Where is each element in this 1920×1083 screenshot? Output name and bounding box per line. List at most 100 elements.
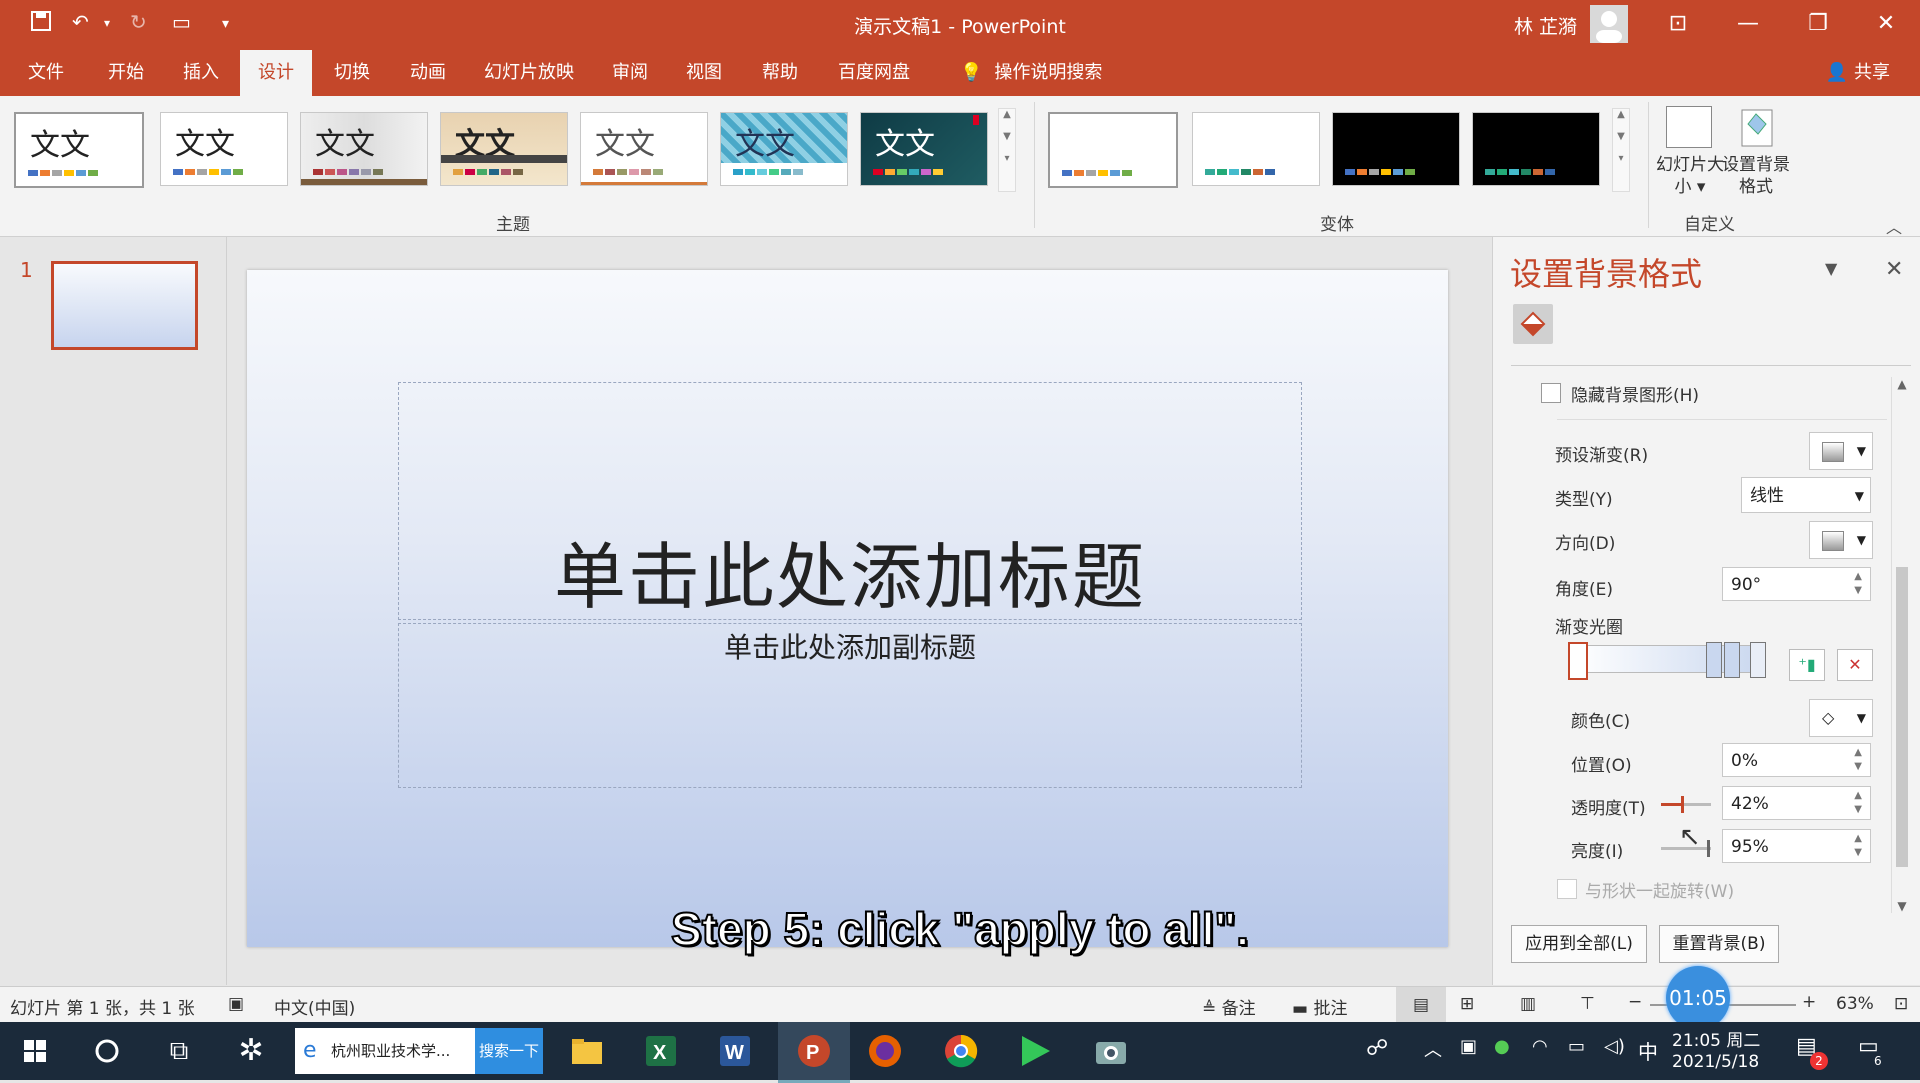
powerpoint-taskbar-button[interactable]: P — [778, 1022, 850, 1083]
cortana-icon[interactable] — [86, 1030, 128, 1072]
volume-icon[interactable]: ◁) — [1604, 1036, 1625, 1057]
people-icon[interactable]: ☍ — [1366, 1036, 1388, 1061]
tab-slideshow[interactable]: 幻灯片放映 — [466, 50, 592, 96]
chrome-icon[interactable] — [940, 1030, 982, 1072]
format-background-button[interactable]: 设置背景格式 — [1722, 154, 1790, 198]
app-icon[interactable]: ✲ — [230, 1030, 272, 1072]
reset-background-button[interactable]: 重置背景(B) — [1659, 925, 1779, 963]
tab-animations[interactable]: 动画 — [392, 50, 464, 96]
angle-input[interactable]: 90° ▲ ▼ — [1722, 567, 1871, 601]
security-icon[interactable]: ▣ — [1460, 1036, 1477, 1057]
taskbar-search-button[interactable]: 搜索一下 — [475, 1028, 543, 1074]
variant-2[interactable] — [1192, 112, 1320, 186]
format-background-icon[interactable] — [1734, 104, 1778, 150]
rotate-with-shape-checkbox[interactable] — [1557, 879, 1577, 899]
pane-scrollbar[interactable]: ▲ ▼ — [1891, 377, 1912, 913]
transparency-input[interactable]: 42% ▲ ▼ — [1722, 786, 1871, 820]
show-hidden-icons[interactable]: ︿ — [1424, 1036, 1442, 1062]
user-name[interactable]: 林 芷漪 — [1514, 12, 1577, 39]
theme-5[interactable]: 文文 — [580, 112, 708, 186]
camera-icon[interactable] — [1090, 1030, 1132, 1072]
variants-scroll[interactable]: ▲ ▼ ▾ — [1612, 108, 1630, 192]
type-dropdown[interactable]: 线性 ▼ — [1741, 477, 1871, 513]
transparency-slider[interactable] — [1661, 796, 1711, 813]
theme-2[interactable]: 文文 — [160, 112, 288, 186]
tab-design[interactable]: 设计 — [240, 50, 312, 96]
theme-office[interactable]: 文文 — [14, 112, 144, 188]
restore-icon[interactable]: ❐ — [1790, 6, 1846, 42]
tab-transitions[interactable]: 切换 — [316, 50, 388, 96]
notes-button[interactable]: ≜ 备注 — [1202, 994, 1256, 1019]
scrollbar-thumb[interactable] — [1896, 567, 1908, 867]
color-dropdown[interactable]: ◇ ▼ — [1809, 699, 1873, 737]
position-input[interactable]: 0% ▲ ▼ — [1722, 743, 1871, 777]
tab-review[interactable]: 审阅 — [594, 50, 666, 96]
spinner-icon[interactable]: ▲ ▼ — [1854, 746, 1862, 774]
zoom-level[interactable]: 63% — [1836, 994, 1874, 1014]
hide-bg-graphics-checkbox[interactable] — [1541, 383, 1561, 403]
clock-date[interactable]: 2021/5/18 — [1672, 1052, 1759, 1072]
share-button[interactable]: 👤 共享 — [1826, 50, 1890, 96]
clock-time[interactable]: 21:05 周二 — [1672, 1026, 1760, 1051]
theme-3[interactable]: 文文 — [300, 112, 428, 186]
tab-baidu[interactable]: 百度网盘 — [820, 50, 928, 96]
brightness-slider-thumb[interactable] — [1707, 840, 1710, 857]
normal-view-icon[interactable]: ▤ — [1396, 987, 1446, 1023]
tab-insert[interactable]: 插入 — [165, 50, 237, 96]
spinner-icon[interactable]: ▲ ▼ — [1854, 832, 1862, 860]
direction-dropdown[interactable]: ▼ — [1809, 521, 1873, 559]
spellcheck-icon[interactable]: ▣ — [228, 994, 244, 1014]
tab-help[interactable]: 帮助 — [744, 50, 816, 96]
close-icon[interactable]: ✕ — [1858, 6, 1914, 42]
slide-canvas[interactable]: 单击此处添加标题 单击此处添加副标题 — [247, 270, 1448, 947]
language-status[interactable]: 中文(中国) — [274, 994, 355, 1019]
spinner-icon[interactable]: ▲ ▼ — [1854, 789, 1862, 817]
subtitle-placeholder[interactable]: 单击此处添加副标题 — [398, 623, 1302, 788]
gradient-stop[interactable] — [1750, 642, 1766, 678]
comments-button[interactable]: ▬ 批注 — [1292, 994, 1347, 1019]
zoom-in-icon[interactable]: + — [1802, 992, 1816, 1012]
windows-start-icon[interactable] — [14, 1030, 56, 1072]
slide-thumbnail[interactable] — [51, 261, 198, 350]
variant-4[interactable] — [1472, 112, 1600, 186]
theme-7[interactable]: 文文 — [860, 112, 988, 186]
tell-me-search[interactable]: 💡 操作说明搜索 — [942, 50, 1120, 96]
minimize-icon[interactable]: — — [1720, 6, 1776, 42]
fill-icon[interactable] — [1513, 304, 1553, 344]
media-player-icon[interactable] — [1014, 1030, 1056, 1072]
pane-close-icon[interactable]: ✕ — [1885, 257, 1903, 282]
apply-to-all-button[interactable]: 应用到全部(L) — [1511, 925, 1647, 963]
firefox-icon[interactable] — [864, 1030, 906, 1072]
variant-1[interactable] — [1048, 112, 1178, 188]
brightness-input[interactable]: 95% ▲ ▼ — [1722, 829, 1871, 863]
slideshow-icon[interactable]: ⊤ — [1580, 994, 1595, 1014]
collapse-ribbon-icon[interactable]: ︿ — [1886, 214, 1902, 238]
remove-stop-icon[interactable]: ✕ — [1837, 649, 1873, 681]
spinner-icon[interactable]: ▲ ▼ — [1854, 570, 1862, 598]
taskbar-browser-search[interactable]: e 杭州职业技术学... — [295, 1028, 475, 1074]
battery-icon[interactable]: ▭ — [1568, 1036, 1585, 1057]
themes-scroll[interactable]: ▲ ▼ ▾ — [998, 108, 1016, 192]
wifi-icon[interactable]: ◠ — [1532, 1036, 1548, 1057]
theme-4[interactable]: 文文 — [440, 112, 568, 186]
slide-sorter-icon[interactable]: ⊞ — [1460, 994, 1474, 1014]
variant-3[interactable] — [1332, 112, 1460, 186]
tab-view[interactable]: 视图 — [668, 50, 740, 96]
gradient-stop[interactable] — [1724, 642, 1740, 678]
title-placeholder[interactable]: 单击此处添加标题 — [398, 382, 1302, 620]
theme-6[interactable]: 文文 — [720, 112, 848, 186]
tab-home[interactable]: 开始 — [90, 50, 162, 96]
slide-size-button[interactable]: 幻灯片大小 ▾ — [1656, 154, 1724, 198]
word-icon[interactable]: W — [714, 1030, 756, 1072]
avatar[interactable] — [1590, 5, 1628, 43]
file-explorer-icon[interactable] — [566, 1030, 608, 1072]
gradient-stop[interactable] — [1706, 642, 1722, 678]
tray-app-icon[interactable]: ● — [1494, 1036, 1510, 1057]
transparency-slider-thumb[interactable] — [1681, 796, 1684, 813]
preset-gradient-dropdown[interactable]: ▼ — [1809, 432, 1873, 470]
gradient-stop-selected[interactable] — [1568, 642, 1588, 680]
pane-options-icon[interactable]: ▼ — [1825, 259, 1837, 278]
task-view-icon[interactable]: ⧉ — [158, 1030, 200, 1072]
gradient-stops-bar[interactable] — [1568, 642, 1766, 680]
excel-icon[interactable]: X — [640, 1030, 682, 1072]
